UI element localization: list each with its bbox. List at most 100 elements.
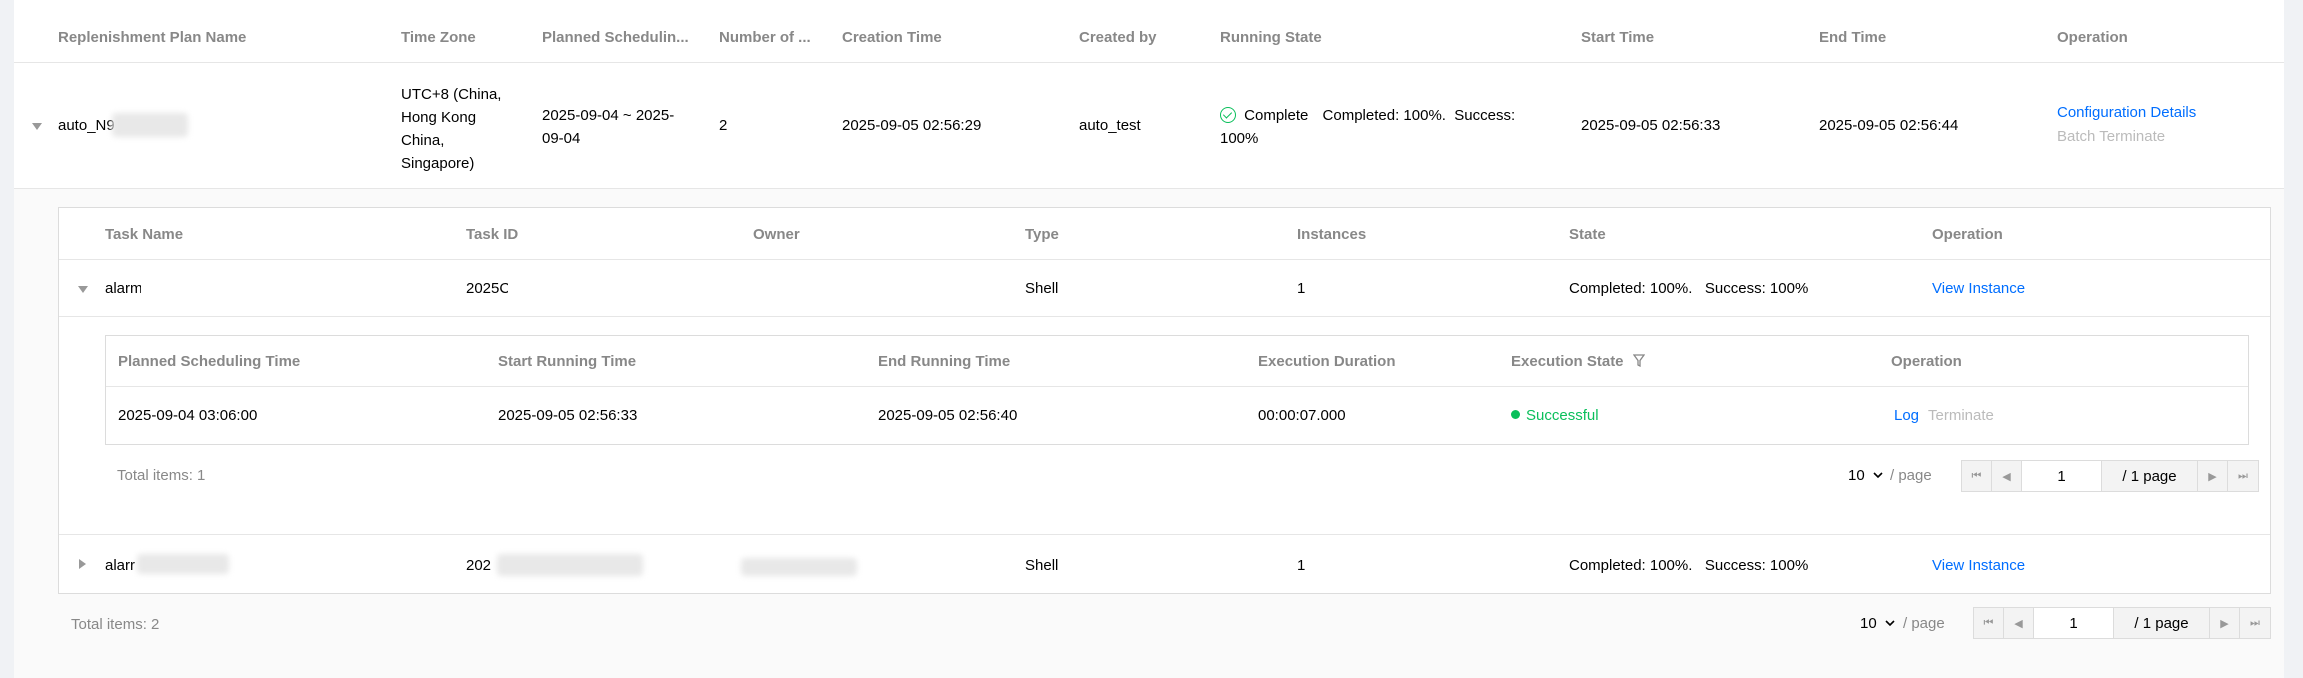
redacted-blur: [137, 554, 229, 574]
time-zone-line: Singapore): [401, 155, 475, 172]
redacted-blur: [497, 554, 643, 576]
instance-state-label: Successful: [1526, 407, 1599, 424]
planned-line: 2025-09-04 ~ 2025-: [542, 107, 675, 124]
instance-header-state-label: Execution State: [1511, 353, 1624, 370]
replenishment-panel: Replenishment Plan Name Time Zone Planne…: [14, 0, 2284, 678]
time-zone-line: UTC+8 (China,: [401, 86, 502, 103]
first-page-icon[interactable]: ⏮: [1974, 608, 2004, 638]
task-instances: 1: [1297, 280, 1306, 297]
task-header-name: Task Name: [105, 226, 184, 243]
instance-header-end: End Running Time: [878, 353, 1011, 370]
last-page-icon[interactable]: ⏭: [2240, 608, 2270, 638]
col-header-creation-time: Creation Time: [842, 29, 942, 46]
task-row-divider: [59, 534, 2270, 535]
task-state: Completed: 100%. Success: 100%: [1569, 280, 1809, 297]
view-instance-link[interactable]: View Instance: [1932, 280, 2025, 297]
col-header-running-state: Running State: [1220, 29, 1322, 46]
prev-page-icon[interactable]: ◀: [1992, 461, 2022, 491]
instance-table: Planned Scheduling Time Start Running Ti…: [105, 335, 2249, 445]
col-header-created-by: Created by: [1079, 29, 1157, 46]
col-header-plan-name: Replenishment Plan Name: [58, 29, 247, 46]
next-page-icon[interactable]: ▶: [2210, 608, 2240, 638]
time-zone-line: China,: [401, 132, 445, 149]
page-size-select[interactable]: 10: [1860, 615, 1895, 632]
instance-header-planned: Planned Scheduling Time: [118, 353, 301, 370]
success-dot-icon: [1511, 410, 1520, 419]
instance-pager: ⏮ ◀ 1 / 1 page ▶ ⏭: [1961, 460, 2259, 492]
start-time-cell: 2025-09-05 02:56:33: [1581, 117, 1721, 134]
page-size-value: 10: [1860, 615, 1877, 632]
task-name: alarr: [105, 557, 136, 574]
planned-scheduling-cell: 2025-09-04 ~ 2025- 09-04: [542, 104, 674, 150]
creation-time-cell: 2025-09-05 02:56:29: [842, 117, 982, 134]
task-header-divider: [59, 259, 2270, 260]
col-header-number: Number of ...: [719, 29, 811, 46]
next-page-icon[interactable]: ▶: [2198, 461, 2228, 491]
page-number-input[interactable]: 1: [2034, 608, 2114, 638]
total-pages: / 1 page: [2102, 461, 2198, 491]
col-header-end-time: End Time: [1819, 29, 1887, 46]
batch-terminate-button[interactable]: Batch Terminate: [2057, 128, 2165, 145]
page-size-value: 10: [1848, 467, 1865, 484]
redacted-blur: [112, 113, 188, 137]
running-state-cell: Complete Completed: 100%. Success: 100%: [1220, 104, 1540, 150]
task-header-operation: Operation: [1932, 226, 2003, 243]
prev-page-icon[interactable]: ◀: [2004, 608, 2034, 638]
first-page-icon[interactable]: ⏮: [1962, 461, 1992, 491]
header-divider: [14, 62, 2284, 63]
task-header-instances: Instances: [1297, 226, 1367, 243]
instance-state: Successful: [1511, 407, 1599, 424]
number-cell: 2: [719, 117, 728, 134]
task-type: Shell: [1025, 280, 1059, 297]
collapse-caret-icon[interactable]: [32, 123, 42, 130]
instance-duration: 00:00:07.000: [1258, 407, 1346, 424]
chevron-down-icon: [1873, 472, 1883, 479]
configuration-details-link[interactable]: Configuration Details: [2057, 104, 2196, 121]
total-pages: / 1 page: [2114, 608, 2210, 638]
per-page-label: / page: [1903, 615, 1945, 632]
task-header-type: Type: [1025, 226, 1059, 243]
running-state-detail: Completed: 100%. Success:: [1322, 107, 1516, 124]
col-header-start-time: Start Time: [1581, 29, 1655, 46]
instance-planned: 2025-09-04 03:06:00: [118, 407, 258, 424]
end-time-cell: 2025-09-05 02:56:44: [1819, 117, 1959, 134]
plan-total-items: Total items: 2: [71, 616, 160, 633]
task-id: 2025C: [466, 280, 508, 297]
page-number-input[interactable]: 1: [2022, 461, 2102, 491]
created-by-cell: auto_test: [1079, 117, 1141, 134]
redacted-blur: [741, 558, 857, 576]
terminate-button[interactable]: Terminate: [1928, 407, 1994, 424]
last-page-icon[interactable]: ⏭: [2228, 461, 2258, 491]
task-type: Shell: [1025, 557, 1059, 574]
time-zone-cell: UTC+8 (China, Hong Kong China, Singapore…: [401, 83, 501, 175]
col-header-planned-scheduling: Planned Schedulin...: [542, 29, 689, 46]
planned-line: 09-04: [542, 130, 581, 147]
view-instance-link[interactable]: View Instance: [1932, 557, 2025, 574]
task-header-state: State: [1569, 226, 1606, 243]
task-state: Completed: 100%. Success: 100%: [1569, 557, 1809, 574]
check-circle-icon: [1220, 107, 1236, 123]
task-header-owner: Owner: [753, 226, 800, 243]
plan-name: auto_N9: [58, 117, 115, 134]
task-name: alarm: [105, 280, 141, 297]
instance-header-state: Execution State: [1511, 353, 1645, 370]
time-zone-line: Hong Kong: [401, 109, 477, 126]
instance-total-items: Total items: 1: [117, 467, 206, 484]
plan-pager: ⏮ ◀ 1 / 1 page ▶ ⏭: [1973, 607, 2271, 639]
instance-header-operation: Operation: [1891, 353, 1962, 370]
instance-end: 2025-09-05 02:56:40: [878, 407, 1018, 424]
page-size-select[interactable]: 10: [1848, 467, 1883, 484]
instance-header-start: Start Running Time: [498, 353, 637, 370]
col-header-time-zone: Time Zone: [401, 29, 476, 46]
task-row-divider: [59, 316, 2270, 317]
expand-caret-icon[interactable]: [79, 559, 86, 569]
filter-icon[interactable]: [1632, 354, 1645, 368]
instance-header-duration: Execution Duration: [1258, 353, 1396, 370]
collapse-caret-icon[interactable]: [78, 286, 88, 293]
task-table: Task Name Task ID Owner Type Instances S…: [58, 207, 2271, 594]
instance-start: 2025-09-05 02:56:33: [498, 407, 638, 424]
per-page-label: / page: [1890, 467, 1932, 484]
task-header-id: Task ID: [466, 226, 519, 243]
task-id: 202: [466, 557, 492, 574]
log-link[interactable]: Log: [1894, 407, 1919, 424]
